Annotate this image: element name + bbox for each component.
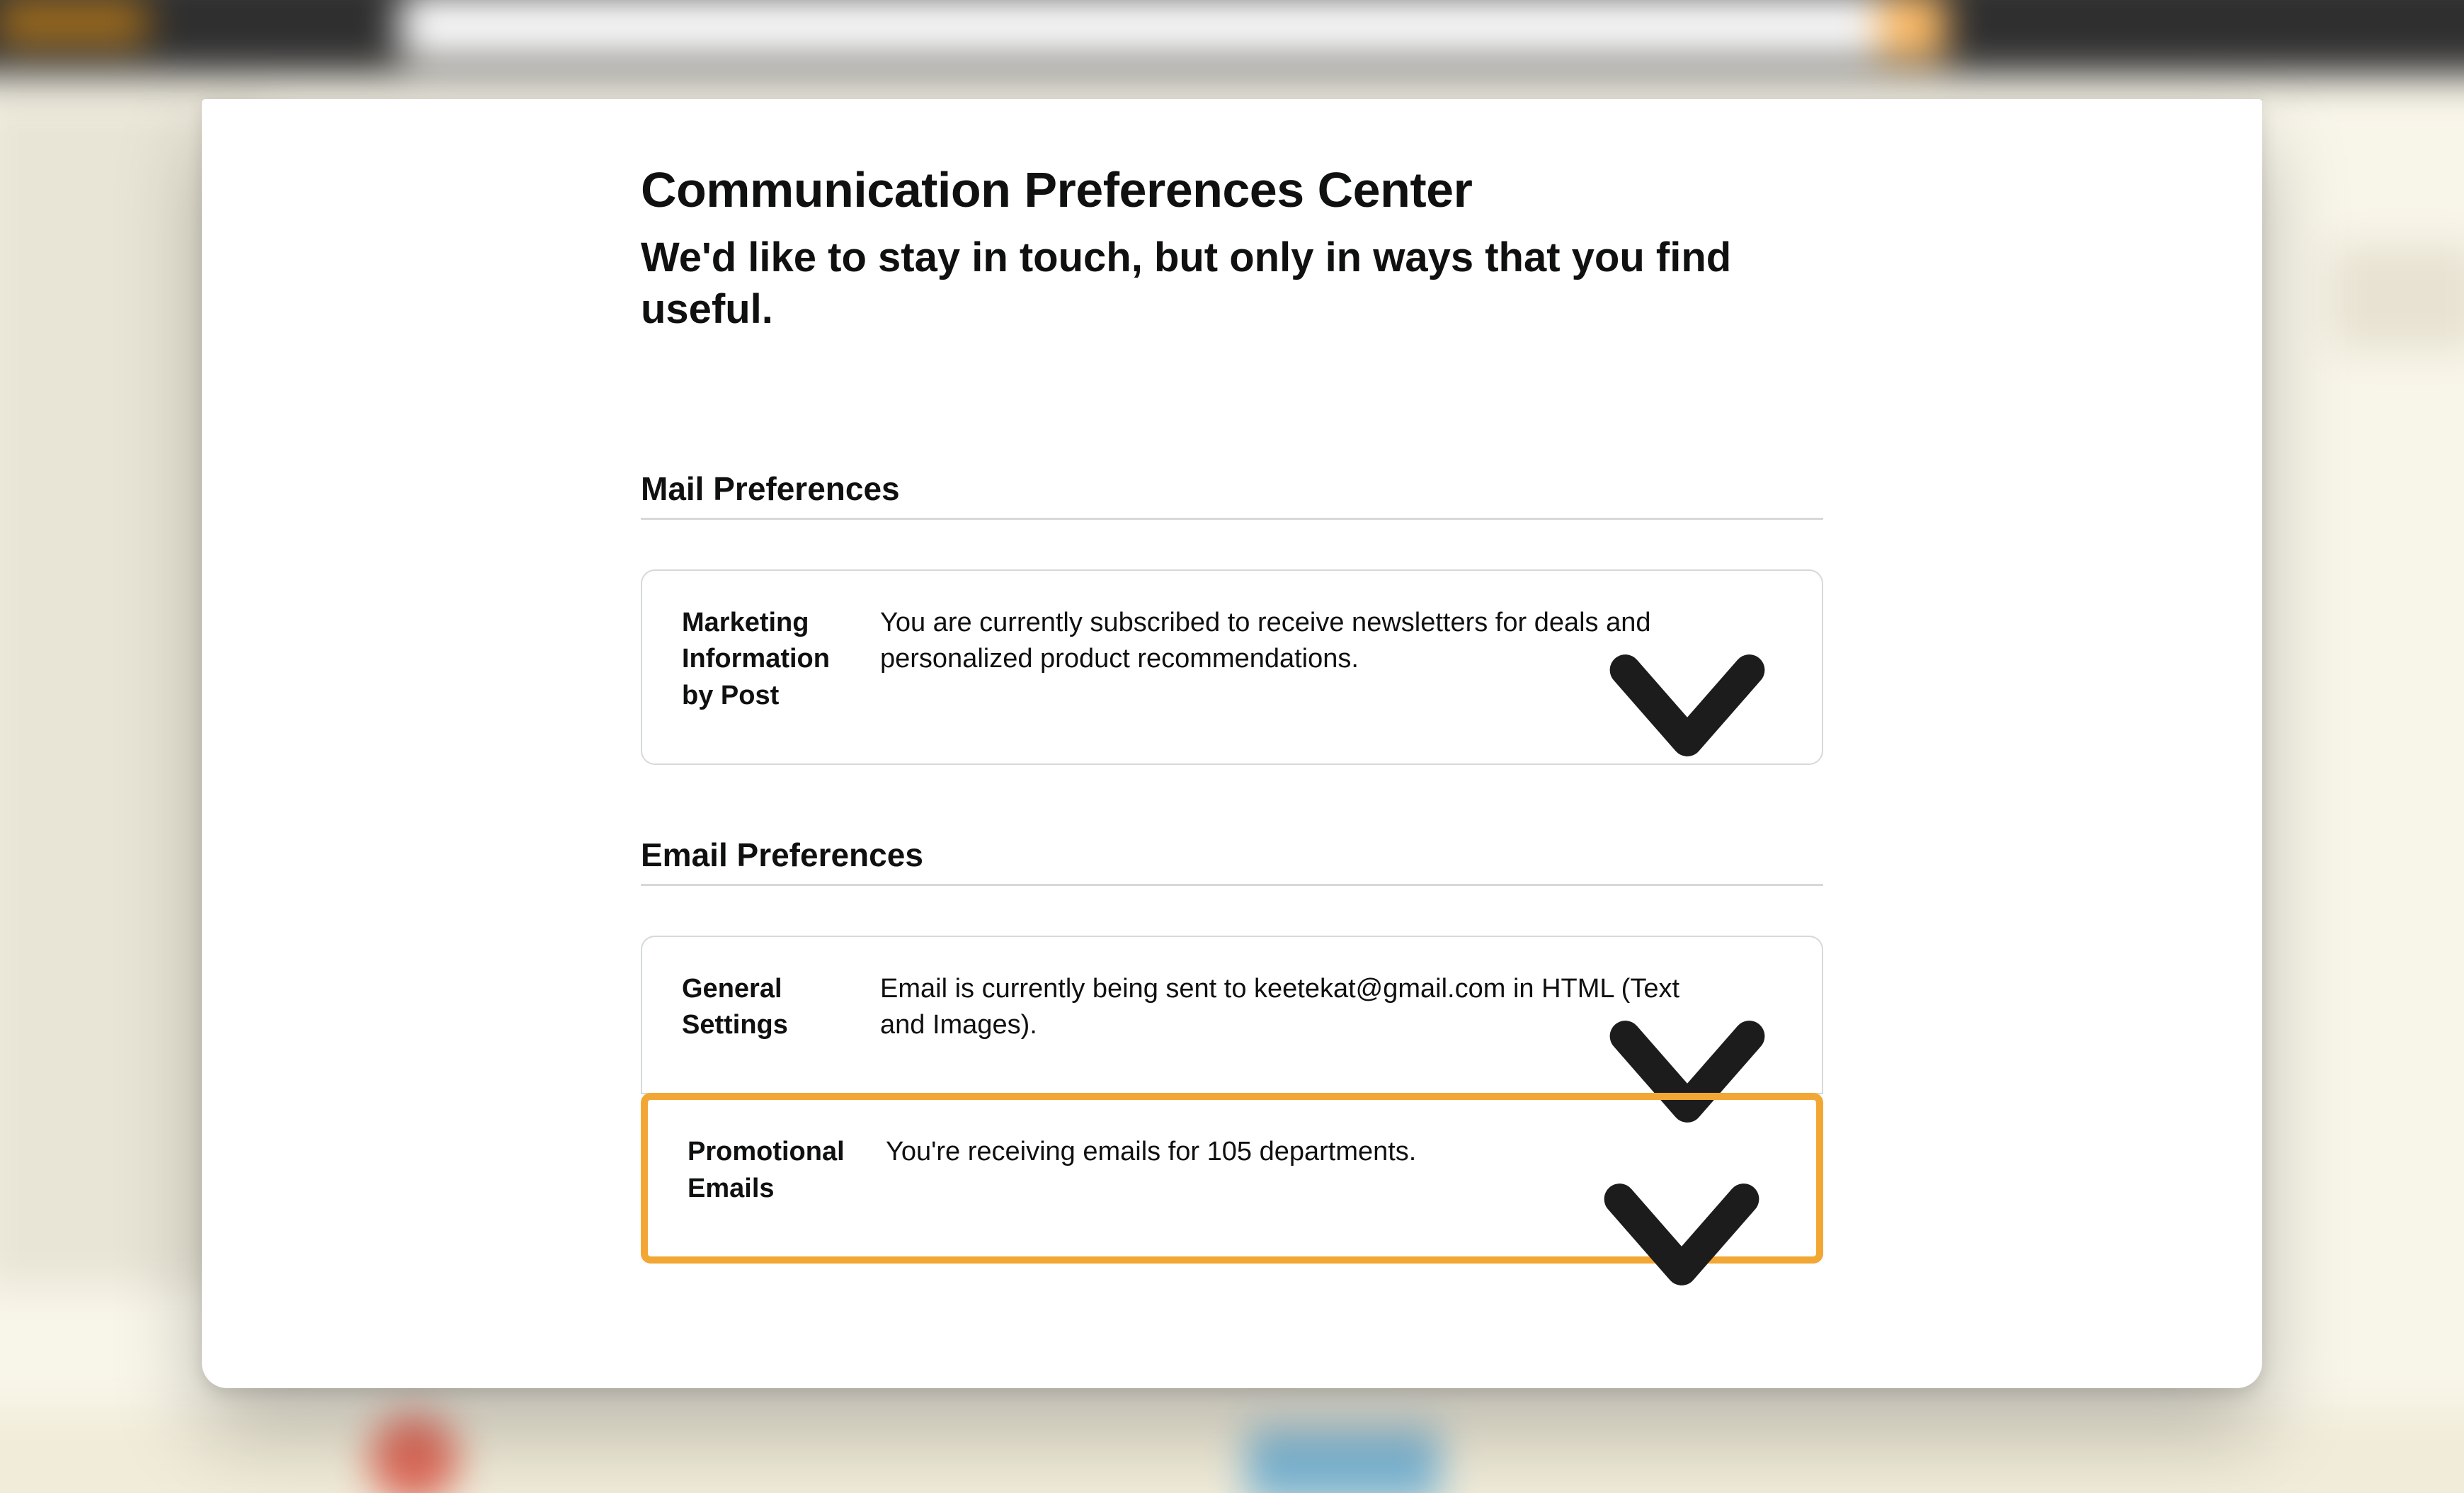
promotional-emails-card[interactable]: Promotional Emails You're receiving emai… <box>641 1093 1823 1264</box>
page-subtitle: We'd like to stay in touch, but only in … <box>641 232 1823 335</box>
modal-content: Communication Preferences Center We'd li… <box>641 160 1823 1388</box>
chevron-down-icon <box>1581 599 1793 812</box>
section-divider <box>641 884 1823 886</box>
mail-preferences-section: Mail Preferences Marketing Information b… <box>641 470 1823 765</box>
promotional-emails-label: Promotional Emails <box>688 1134 886 1207</box>
general-settings-label: General Settings <box>682 971 880 1044</box>
expand-toggle[interactable] <box>1575 1128 1788 1341</box>
mail-preferences-heading: Mail Preferences <box>641 470 1823 518</box>
email-preferences-heading: Email Preferences <box>641 836 1823 884</box>
page-title: Communication Preferences Center <box>641 160 1823 220</box>
section-divider <box>641 518 1823 520</box>
marketing-by-post-card[interactable]: Marketing Information by Post You are cu… <box>641 569 1823 765</box>
chevron-down-icon <box>1575 1128 1788 1341</box>
general-settings-card[interactable]: General Settings Email is currently bein… <box>641 936 1823 1095</box>
preferences-modal: Communication Preferences Center We'd li… <box>202 99 2262 1388</box>
marketing-by-post-label: Marketing Information by Post <box>682 605 880 714</box>
expand-toggle[interactable] <box>1581 599 1793 812</box>
email-preferences-section: Email Preferences General Settings Email… <box>641 836 1823 1264</box>
